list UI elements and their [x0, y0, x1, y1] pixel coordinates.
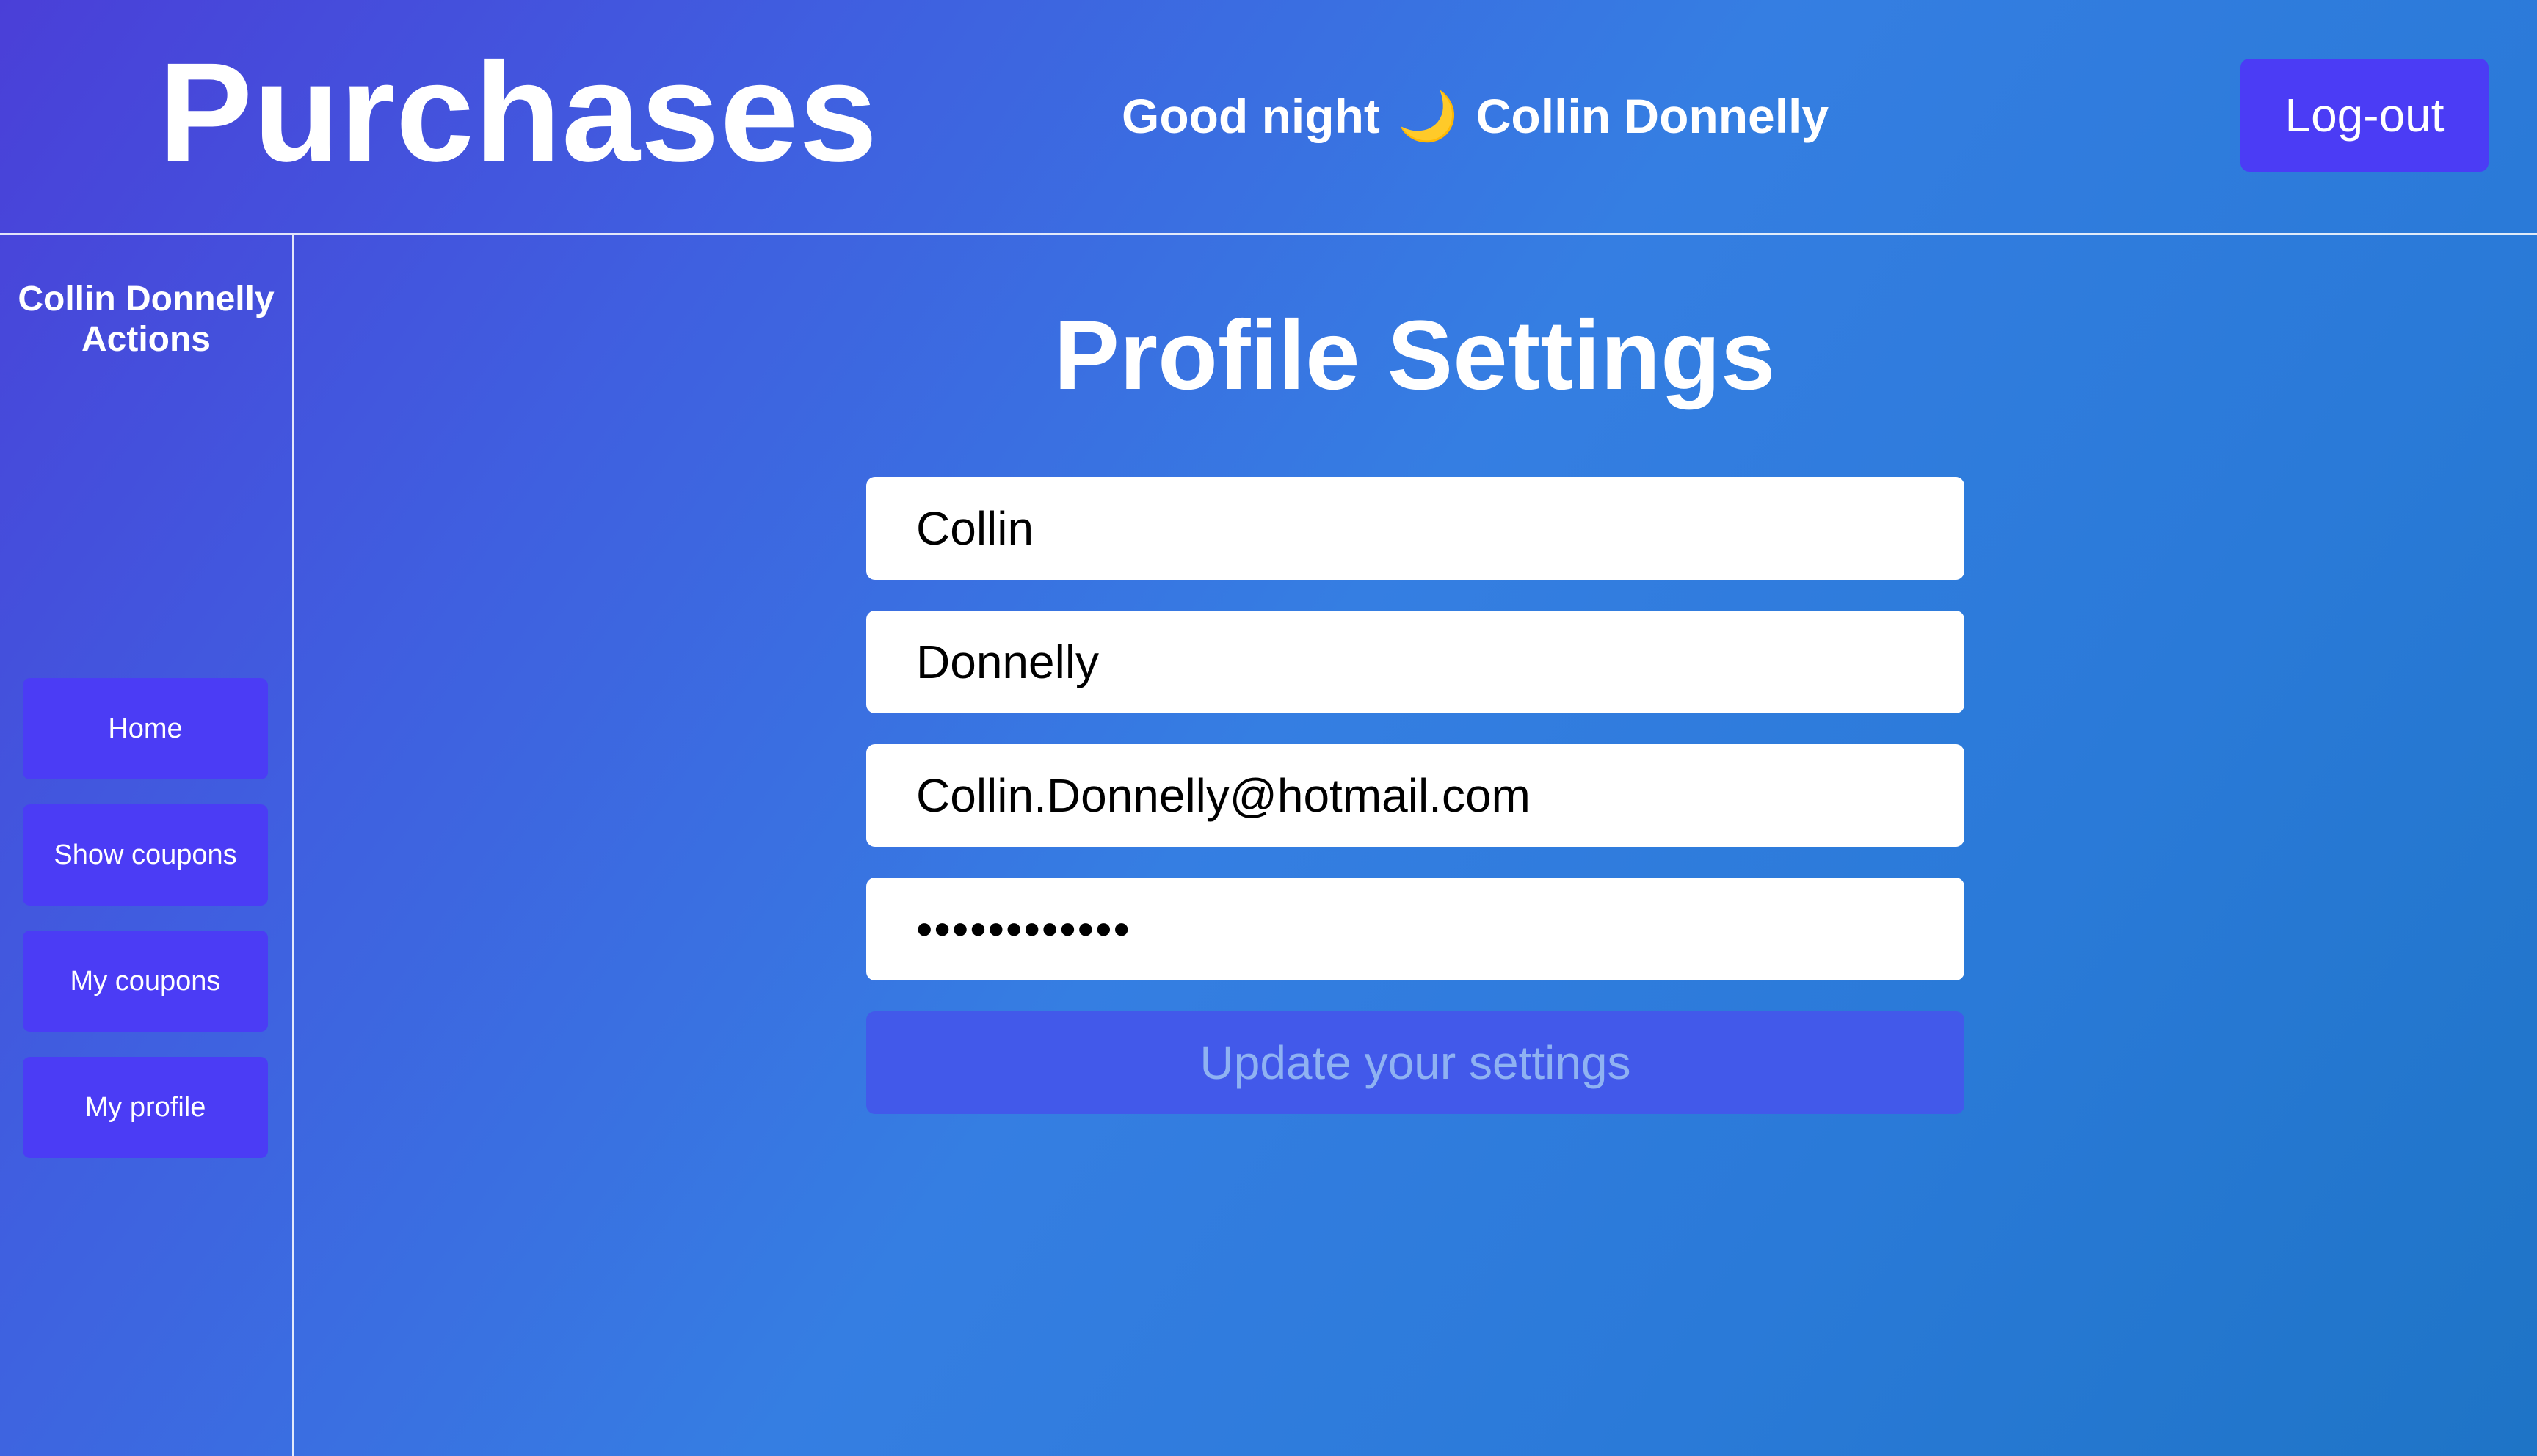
sidebar-title: Collin Donnelly Actions	[18, 280, 275, 359]
sidebar: Collin Donnelly Actions Home Show coupon…	[0, 235, 294, 1456]
sidebar-item-my-profile[interactable]: My profile	[23, 1057, 268, 1158]
greeting: Good night 🌙 Collin Donnelly	[1122, 87, 1829, 145]
user-name: Collin Donnelly	[1476, 89, 1829, 143]
top-header: Purchases Good night 🌙 Collin Donnelly L…	[0, 0, 2537, 235]
logout-button[interactable]: Log-out	[2240, 59, 2489, 172]
moon-icon: 🌙	[1398, 89, 1459, 143]
email-field[interactable]	[866, 744, 1964, 847]
sidebar-item-show-coupons[interactable]: Show coupons	[23, 804, 268, 906]
update-settings-button[interactable]: Update your settings	[866, 1011, 1964, 1114]
last-name-field[interactable]	[866, 611, 1964, 713]
page-title: Profile Settings	[1053, 301, 1776, 410]
first-name-field[interactable]	[866, 477, 1964, 580]
greeting-text: Good night	[1122, 89, 1380, 143]
sidebar-item-my-coupons[interactable]: My coupons	[23, 931, 268, 1032]
password-field[interactable]	[866, 878, 1964, 980]
app-title: Purchases	[159, 33, 879, 191]
sidebar-item-home[interactable]: Home	[23, 678, 268, 779]
